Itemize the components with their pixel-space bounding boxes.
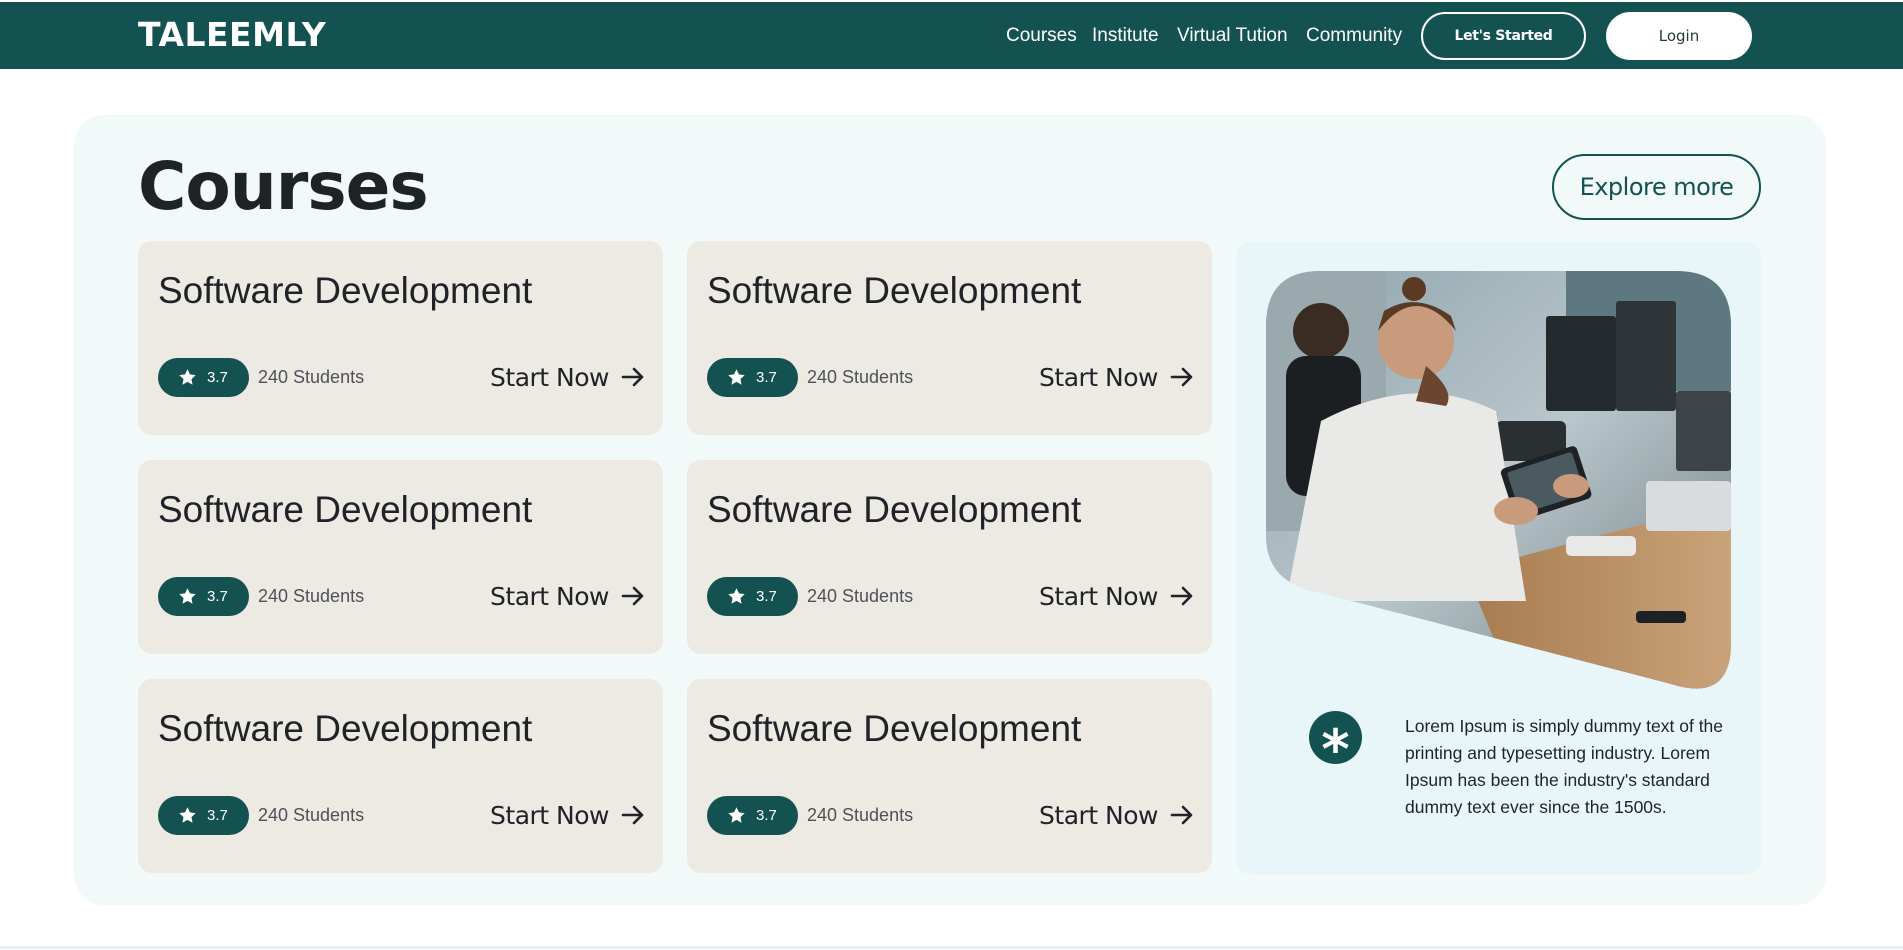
start-now-button[interactable]: Start Now bbox=[490, 579, 645, 613]
arrow-right-icon bbox=[1170, 586, 1193, 606]
bottom-border bbox=[0, 946, 1903, 949]
rating-badge: 3.7 bbox=[707, 577, 798, 616]
start-now-button[interactable]: Start Now bbox=[490, 798, 645, 832]
rating-value: 3.7 bbox=[207, 588, 228, 605]
arrow-right-icon bbox=[621, 805, 644, 825]
students-count: 240 Students bbox=[807, 367, 914, 387]
rating-badge: 3.7 bbox=[707, 796, 798, 835]
rating-value: 3.7 bbox=[756, 807, 777, 824]
rating-value: 3.7 bbox=[756, 369, 777, 386]
course-card[interactable]: Software Development 3.7 240 Students Start… bbox=[687, 460, 1212, 654]
rating-value: 3.7 bbox=[756, 588, 777, 605]
rating-badge: 3.7 bbox=[158, 796, 249, 835]
students-count: 240 Students bbox=[258, 805, 365, 825]
rating-value: 3.7 bbox=[207, 369, 228, 386]
star-icon bbox=[728, 588, 745, 604]
star-icon bbox=[179, 588, 196, 604]
course-card[interactable]: Software Development 3.7 240 Students Start… bbox=[687, 241, 1212, 435]
star-icon bbox=[179, 807, 196, 823]
explore-more-button[interactable]: Explore more bbox=[1552, 154, 1761, 220]
arrow-right-icon bbox=[621, 367, 644, 387]
star-icon bbox=[179, 369, 196, 385]
course-card[interactable]: Software Development 3.7 240 Students Start… bbox=[138, 679, 663, 873]
asterisk-icon: * bbox=[1309, 711, 1362, 764]
rating-badge: 3.7 bbox=[158, 577, 249, 616]
start-now-label: Start Now bbox=[1039, 800, 1158, 830]
star-icon bbox=[728, 807, 745, 823]
nav-link-community[interactable]: Community bbox=[1306, 24, 1402, 48]
course-card[interactable]: Software Development 3.7 240 Students Start… bbox=[687, 679, 1212, 873]
rating-badge: 3.7 bbox=[158, 358, 249, 397]
rating-badge: 3.7 bbox=[707, 358, 798, 397]
feature-card: * Lorem Ipsum is simply dummy text of th… bbox=[1236, 241, 1761, 875]
feature-description: Lorem Ipsum is simply dummy text of the … bbox=[1405, 716, 1724, 817]
start-now-label: Start Now bbox=[490, 800, 609, 830]
start-now-label: Start Now bbox=[1039, 362, 1158, 392]
navbar: TALEEMLY Courses Institute Virtual Tutio… bbox=[0, 2, 1903, 69]
arrow-right-icon bbox=[621, 586, 644, 606]
logo[interactable]: TALEEMLY bbox=[138, 14, 326, 56]
arrow-right-icon bbox=[1170, 805, 1193, 825]
students-count: 240 Students bbox=[258, 367, 365, 387]
nav-link-virtual-tution[interactable]: Virtual Tution bbox=[1177, 24, 1288, 48]
students-count: 240 Students bbox=[807, 805, 914, 825]
course-title: Software Development bbox=[158, 270, 533, 311]
students-count: 240 Students bbox=[807, 586, 914, 606]
start-now-label: Start Now bbox=[490, 581, 609, 611]
nav-link-courses[interactable]: Courses bbox=[1006, 24, 1077, 48]
start-now-button[interactable]: Start Now bbox=[1039, 360, 1194, 394]
course-title: Software Development bbox=[707, 489, 1082, 530]
students-count: 240 Students bbox=[258, 586, 365, 606]
course-card[interactable]: Software Development 3.7 240 Students Start… bbox=[138, 241, 663, 435]
rating-value: 3.7 bbox=[207, 807, 228, 824]
page-title: Courses bbox=[138, 148, 429, 225]
start-now-button[interactable]: Start Now bbox=[1039, 798, 1194, 832]
start-now-label: Start Now bbox=[1039, 581, 1158, 611]
lets-started-button[interactable]: Let's Started bbox=[1421, 12, 1586, 60]
course-title: Software Development bbox=[158, 708, 533, 749]
course-title: Software Development bbox=[707, 270, 1082, 311]
course-title: Software Development bbox=[158, 489, 533, 530]
login-button[interactable]: Login bbox=[1606, 12, 1752, 60]
nav-link-institute[interactable]: Institute bbox=[1092, 24, 1159, 48]
arrow-right-icon bbox=[1170, 367, 1193, 387]
course-card[interactable]: Software Development 3.7 240 Students Start… bbox=[138, 460, 663, 654]
star-icon bbox=[728, 369, 745, 385]
start-now-button[interactable]: Start Now bbox=[1039, 579, 1194, 613]
start-now-button[interactable]: Start Now bbox=[490, 360, 645, 394]
course-title: Software Development bbox=[707, 708, 1082, 749]
course-photo bbox=[1266, 271, 1731, 689]
start-now-label: Start Now bbox=[490, 362, 609, 392]
